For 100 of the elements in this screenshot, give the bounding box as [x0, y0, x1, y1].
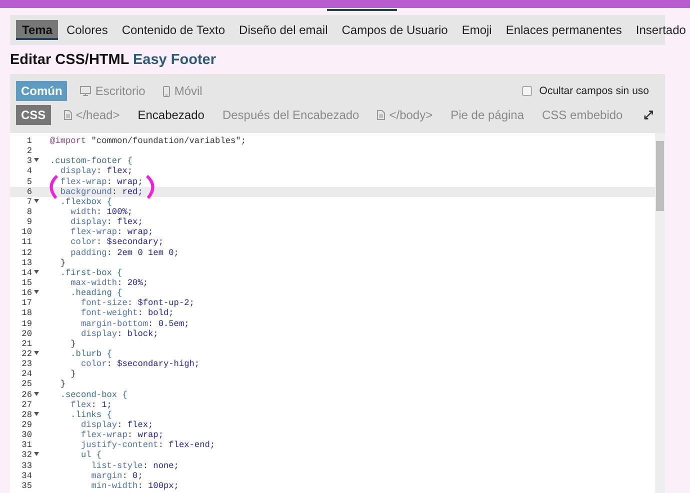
code-line: .links { — [70, 410, 113, 420]
tab[interactable]: Enlaces permanentes — [500, 20, 628, 40]
scrollbar[interactable] — [655, 133, 665, 493]
line-number: 11 — [20, 237, 32, 248]
line-number: 34 — [20, 470, 32, 481]
code-line: flex-wrap: wrap; — [80, 430, 164, 440]
scrollbar-thumb[interactable] — [656, 141, 664, 211]
field-tab[interactable]: </head> — [58, 105, 125, 125]
line-number: 15 — [20, 278, 32, 288]
tab[interactable]: Emoji — [456, 20, 498, 40]
line-number: 3 — [26, 156, 32, 166]
line-number: 28 — [20, 410, 32, 420]
code-line: padding: 2em 0 1em 0; — [70, 248, 180, 258]
code-line: margin-bottom: 0.5em; — [80, 318, 190, 329]
code-line: .custom-footer { — [49, 156, 134, 166]
view-tab[interactable]: Común — [16, 81, 68, 101]
line-number: 35 — [20, 480, 32, 491]
fold-caret-icon[interactable] — [34, 392, 38, 396]
fold-caret-icon[interactable] — [34, 198, 38, 203]
line-number: 17 — [20, 298, 32, 308]
line-number: 14 — [20, 268, 32, 278]
code-line: display: flex; — [80, 420, 154, 430]
code-line: background: red; — [59, 186, 144, 197]
code-line: } — [70, 338, 77, 349]
code-line: display: flex; — [59, 166, 134, 177]
line-number: 27 — [20, 400, 32, 410]
code-line: } — [59, 258, 66, 268]
code-line: color: $secondary-high; — [80, 359, 201, 370]
field-tab[interactable]: Pie de página — [446, 105, 530, 125]
code-line: margin: 0; — [90, 470, 144, 481]
view-tab[interactable]: Móvil — [158, 81, 208, 101]
line-number: 7 — [26, 196, 32, 207]
code-line: .second-box { — [59, 390, 128, 400]
line-number: 20 — [20, 328, 32, 339]
checkbox-label[interactable]: Ocultar campos sin uso — [539, 85, 649, 97]
line-number: 33 — [20, 460, 32, 471]
tab[interactable]: Campos de Usuario — [336, 20, 454, 40]
line-number: 19 — [20, 318, 32, 329]
line-number: 30 — [20, 430, 32, 440]
code-line: font-size: $font-up-2; — [80, 298, 196, 308]
line-number: 21 — [20, 338, 32, 349]
code-line: flex: 1; — [70, 400, 113, 410]
code-line: display: flex; — [70, 217, 144, 228]
code-line: .heading { — [70, 288, 124, 298]
line-number: 29 — [20, 420, 32, 430]
line-number: 2 — [26, 146, 32, 156]
field-tab[interactable]: Después del Encabezado — [217, 105, 364, 125]
line-number: 16 — [20, 288, 32, 298]
line-number: 10 — [20, 227, 32, 238]
fold-caret-icon[interactable] — [34, 158, 38, 162]
document-icon — [64, 110, 72, 120]
tab[interactable]: Insertado — [630, 20, 690, 40]
line-number: 6 — [26, 186, 32, 197]
line-number: 24 — [20, 369, 32, 380]
page-title: Editar CSS/HTML Easy Footer — [10, 52, 217, 68]
code-line: } — [70, 369, 77, 380]
line-number: 31 — [20, 440, 32, 450]
code-line: @import "common/foundation/variables"; — [49, 136, 247, 146]
line-number: 4 — [26, 166, 32, 177]
monitor-icon — [80, 86, 92, 96]
tab[interactable]: Diseño del email — [233, 20, 334, 40]
line-number: 5 — [26, 176, 32, 187]
fold-caret-icon[interactable] — [34, 350, 38, 355]
fold-caret-icon[interactable] — [34, 290, 38, 294]
line-number: 32 — [20, 450, 32, 460]
code-line: ul { — [80, 450, 103, 460]
fold-caret-icon[interactable] — [34, 412, 38, 416]
code-line: .blurb { — [70, 348, 113, 360]
code-line: flex-wrap: wrap; — [59, 176, 144, 187]
checkbox[interactable] — [522, 86, 532, 96]
code-line: flex-wrap: wrap; — [70, 227, 154, 238]
line-number: 1 — [26, 136, 32, 146]
line-number: 18 — [20, 308, 32, 319]
code-line: .first-box { — [59, 268, 124, 278]
code-line: list-style: none; — [90, 460, 180, 471]
code-line: font-weight: bold; — [80, 308, 175, 319]
code-line: max-width: 20%; — [70, 278, 150, 288]
tab[interactable]: Contenido de Texto — [116, 20, 232, 40]
field-tab[interactable]: CSS embebido — [537, 105, 628, 125]
field-tab[interactable]: CSS — [16, 105, 51, 125]
line-number: 8 — [26, 206, 32, 218]
document-icon — [377, 110, 386, 120]
tab[interactable]: Tema — [16, 20, 58, 40]
tab[interactable]: Colores — [60, 20, 114, 40]
line-number: 22 — [20, 348, 32, 360]
code-line: min-width: 100px; — [90, 480, 180, 491]
expand-icon[interactable] — [644, 110, 653, 120]
line-number: 26 — [20, 390, 32, 400]
view-tab[interactable]: Escritorio — [75, 81, 150, 101]
code-line: display: block; — [80, 328, 160, 339]
field-tab[interactable]: Encabezado — [132, 105, 210, 125]
fold-caret-icon[interactable] — [34, 452, 38, 456]
code-line: .flexbox { — [59, 196, 113, 207]
field-tab[interactable]: </body> — [372, 105, 438, 125]
code-line: width: 100%; — [70, 206, 134, 218]
line-number: 9 — [26, 217, 32, 228]
code-line: justify-content: flex-end; — [80, 440, 216, 450]
line-number: 12 — [20, 248, 32, 258]
fold-caret-icon[interactable] — [34, 270, 38, 274]
code-line: } — [59, 379, 66, 390]
